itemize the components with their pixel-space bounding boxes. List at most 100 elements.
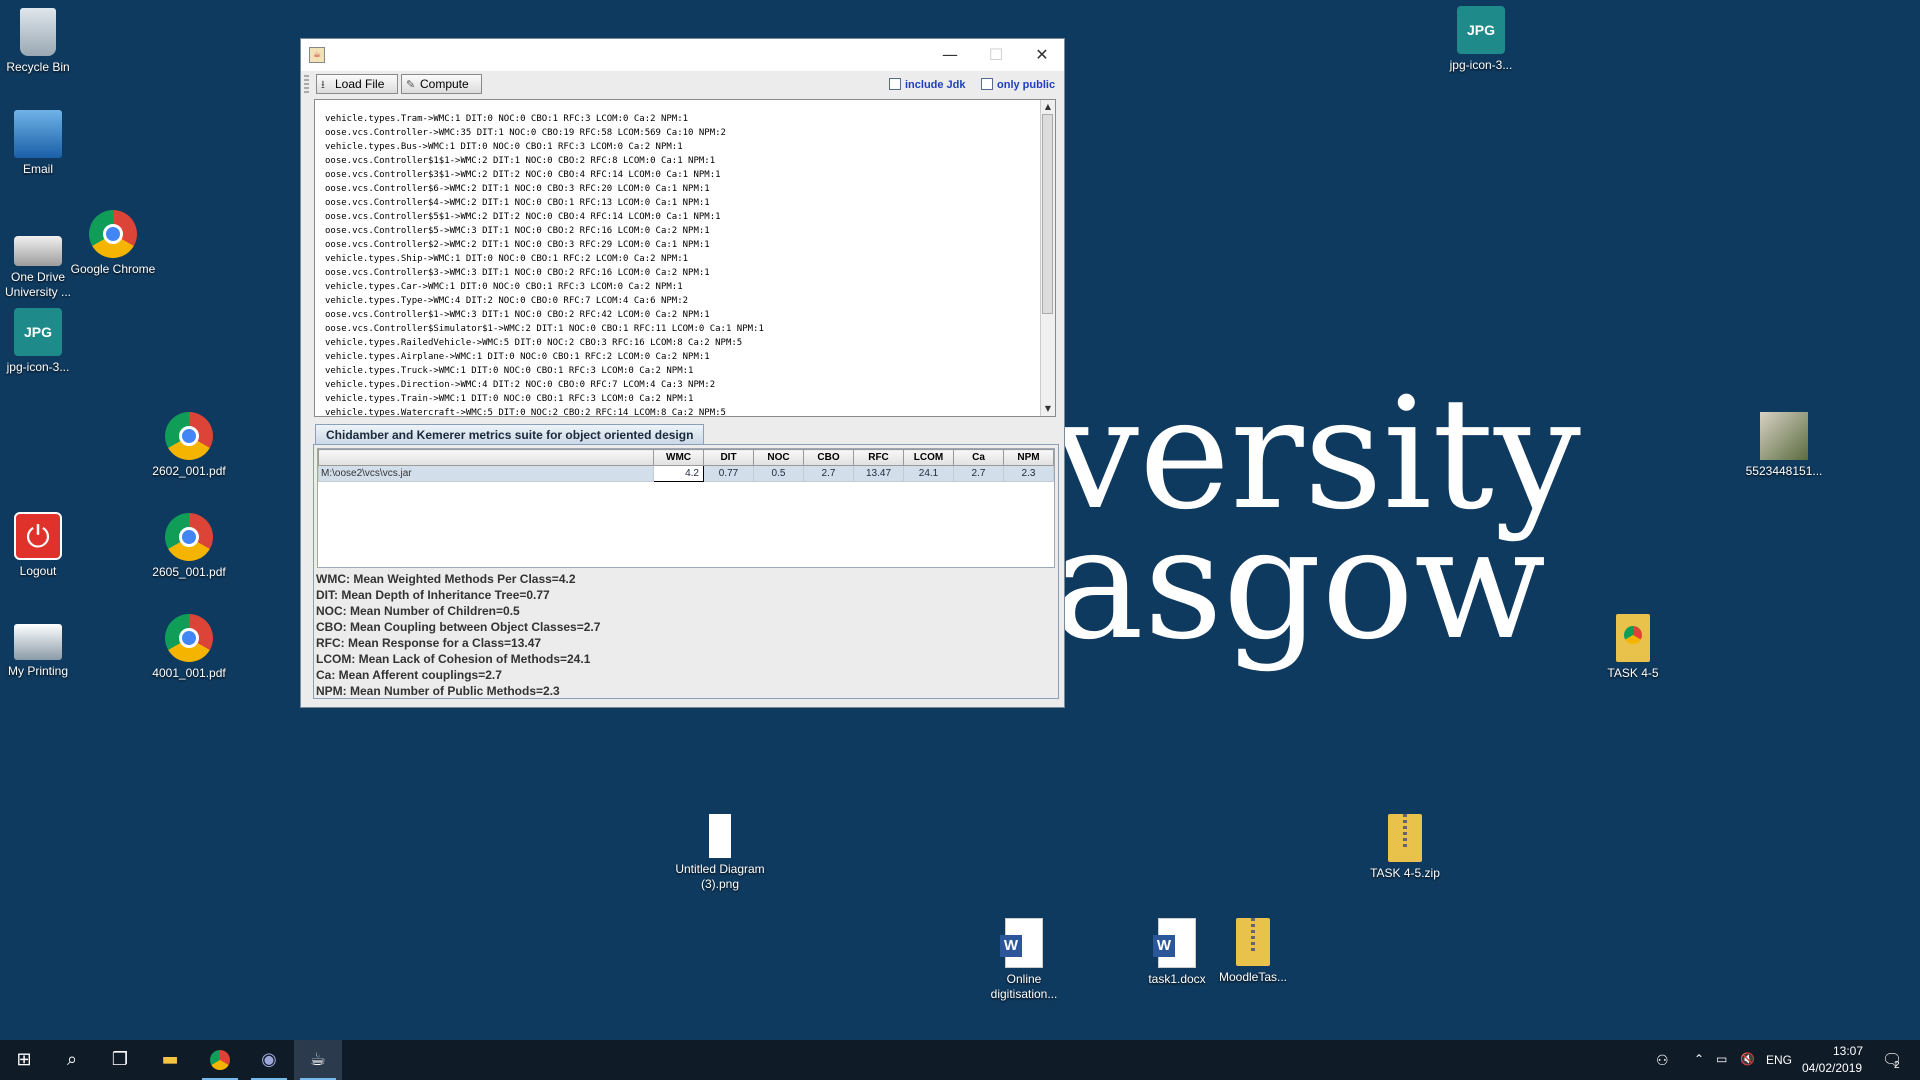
table-row[interactable]: M:\oose2\vcs\vcs.jar 4.2 0.77 0.5 2.7 13… (318, 465, 1054, 482)
output-line: oose.vcs.Controller$3->WMC:3 DIT:1 NOC:0… (325, 268, 710, 278)
table-cell-lcom[interactable]: 24.1 (903, 465, 954, 482)
show-hidden-icons-chevron-icon[interactable]: ⌃ (1694, 1052, 1704, 1066)
desktop-icon-recycle-bin[interactable]: Recycle Bin (0, 8, 86, 75)
table-cell-rfc[interactable]: 13.47 (853, 465, 904, 482)
output-line: vehicle.types.RailedVehicle->WMC:5 DIT:0… (325, 338, 743, 348)
word-doc-icon (1000, 918, 1043, 968)
column-header[interactable]: CBO (803, 449, 854, 466)
only-public-label: only public (997, 79, 1056, 91)
summary-line-dit: DIT: Mean Depth of Inheritance Tree=0.77 (316, 588, 550, 602)
load-file-label: Load File (335, 77, 385, 91)
java-app-taskbar-icon[interactable]: ☕ (294, 1040, 342, 1080)
only-public-checkbox[interactable]: only public (981, 78, 1055, 91)
compute-button[interactable]: ✎ Compute (401, 74, 482, 94)
minimize-button[interactable]: — (935, 43, 965, 67)
metrics-summary: WMC: Mean Weighted Methods Per Class=4.2… (316, 571, 600, 699)
chrome-pdf-icon (165, 412, 213, 460)
network-icon[interactable]: ▭ (1716, 1052, 1727, 1066)
tab-ck-metrics[interactable]: Chidamber and Kemerer metrics suite for … (315, 424, 705, 445)
column-header[interactable]: Ca (953, 449, 1004, 466)
scrollbar-thumb[interactable] (1042, 114, 1053, 314)
desktop-icon-label: Google Chrome (70, 262, 156, 276)
summary-line-lcom: LCOM: Mean Lack of Cohesion of Methods=2… (316, 652, 591, 666)
desktop-icon-label: My Printing (7, 664, 69, 678)
chrome-icon (89, 210, 137, 258)
desktop-icon-label: jpg-icon-3... (1449, 58, 1513, 72)
desktop-icon-label: TASK 4-5.zip (1370, 866, 1440, 880)
table-header-row: WMC DIT NOC CBO RFC LCOM Ca NPM (318, 449, 1054, 466)
summary-line-ca: Ca: Mean Afferent couplings=2.7 (316, 668, 502, 682)
tab-panel: WMC DIT NOC CBO RFC LCOM Ca NPM M:\oose2… (313, 444, 1059, 699)
eclipse-taskbar-icon[interactable]: ◉ (245, 1040, 293, 1080)
recycle-bin-icon (20, 8, 56, 56)
desktop-icon-label: 5523448151... (1745, 464, 1823, 478)
start-windows-icon[interactable]: ⊞ (0, 1040, 48, 1080)
column-header[interactable]: WMC (653, 449, 704, 466)
output-line: oose.vcs.Controller$4->WMC:2 DIT:1 NOC:0… (325, 198, 710, 208)
close-button[interactable]: ✕ (1027, 43, 1057, 67)
jpg-file-icon: JPG (1457, 6, 1505, 54)
output-line: vehicle.types.Tram->WMC:1 DIT:0 NOC:0 CB… (325, 114, 689, 124)
output-lines: vehicle.types.Tram->WMC:1 DIT:0 NOC:0 CB… (325, 112, 764, 417)
table-cell-dit[interactable]: 0.77 (703, 465, 754, 482)
download-icon: ⭳ (321, 79, 325, 91)
column-header[interactable]: LCOM (903, 449, 954, 466)
desktop-icon-label: Online digitisation... (990, 972, 1058, 1001)
desktop-icon-jpg-right[interactable]: JPG jpg-icon-3... (1433, 6, 1529, 73)
checkbox-box[interactable] (889, 78, 901, 90)
drive-icon (14, 236, 62, 266)
desktop-icon-label: Untitled Diagram (3).png (675, 862, 765, 891)
scroll-up-arrow-icon[interactable]: ▲ (1041, 100, 1055, 114)
column-header[interactable]: NPM (1003, 449, 1054, 466)
desktop-icon-logout[interactable]: ⏻ Logout (0, 512, 86, 579)
table-cell-path[interactable]: M:\oose2\vcs\vcs.jar (318, 465, 654, 482)
volume-muted-icon[interactable]: 🔇 (1740, 1052, 1755, 1066)
table-cell-cbo[interactable]: 2.7 (803, 465, 854, 482)
language-indicator[interactable]: ENG (1766, 1053, 1792, 1067)
table-cell-npm[interactable]: 2.3 (1003, 465, 1054, 482)
clock-time[interactable]: 13:07 (1818, 1044, 1878, 1058)
toolbar: ⭳ Load File ✎ Compute include Jdk only pub… (301, 71, 1064, 97)
summary-line-npm: NPM: Mean Number of Public Methods=2.3 (316, 684, 560, 698)
include-jdk-checkbox[interactable]: include Jdk (889, 78, 966, 91)
desktop-icon-task45-zip[interactable]: TASK 4-5.zip (1357, 814, 1453, 881)
column-header[interactable]: DIT (703, 449, 754, 466)
table-cell-noc[interactable]: 0.5 (753, 465, 804, 482)
desktop-icon-jpg-left[interactable]: JPG jpg-icon-3... (0, 308, 86, 375)
output-line: oose.vcs.Controller$1->WMC:3 DIT:1 NOC:0… (325, 310, 710, 320)
table-cell-wmc[interactable]: 4.2 (653, 465, 704, 482)
chrome-taskbar-icon[interactable] (196, 1040, 244, 1080)
window-titlebar[interactable]: ☕ — ☐ ✕ (301, 39, 1064, 71)
search-icon[interactable]: ⌕ (48, 1040, 96, 1080)
desktop-icon-task45[interactable]: TASK 4-5 (1585, 614, 1681, 681)
table-cell-ca[interactable]: 2.7 (953, 465, 1004, 482)
desktop-icon-pdf-2605[interactable]: 2605_001.pdf (141, 513, 237, 580)
maximize-button[interactable]: ☐ (981, 43, 1011, 67)
output-text-area[interactable]: vehicle.types.Tram->WMC:1 DIT:0 NOC:0 CB… (314, 99, 1056, 417)
image-thumbnail-icon (1760, 412, 1808, 460)
desktop-icon-pdf-2602[interactable]: 2602_001.pdf (141, 412, 237, 479)
column-header[interactable]: NOC (753, 449, 804, 466)
desktop-icon-online-digitisation[interactable]: Online digitisation... (976, 918, 1072, 1002)
clock-date[interactable]: 04/02/2019 (1802, 1061, 1862, 1075)
file-explorer-icon[interactable]: ▬ (146, 1040, 194, 1080)
output-line: vehicle.types.Bus->WMC:1 DIT:0 NOC:0 CBO… (325, 142, 683, 152)
column-header[interactable]: RFC (853, 449, 904, 466)
desktop-icon-pdf-4001[interactable]: 4001_001.pdf (141, 614, 237, 681)
toolbar-grip-handle[interactable] (304, 75, 309, 93)
desktop-icon-email[interactable]: Email (0, 110, 86, 177)
task-view-icon[interactable]: ❐ (96, 1040, 144, 1080)
desktop-icon-untitled-diagram[interactable]: Untitled Diagram (3).png (672, 814, 768, 892)
vertical-scrollbar[interactable]: ▲ ▼ (1040, 100, 1055, 416)
load-file-button[interactable]: ⭳ Load File (316, 74, 398, 94)
desktop-icon-moodle[interactable]: MoodleTas... (1205, 918, 1301, 985)
chrome-pdf-icon (165, 614, 213, 662)
output-line: vehicle.types.Watercraft->WMC:5 DIT:0 NO… (325, 408, 726, 417)
desktop-icon-label: Logout (19, 564, 57, 578)
desktop-icon-photo[interactable]: 5523448151... (1736, 412, 1832, 479)
people-icon[interactable]: ⚇ (1656, 1052, 1669, 1069)
scroll-down-arrow-icon[interactable]: ▼ (1041, 402, 1055, 416)
checkbox-box[interactable] (981, 78, 993, 90)
desktop-icon-my-printing[interactable]: My Printing (0, 614, 86, 679)
desktop-icon-chrome[interactable]: Google Chrome (65, 210, 161, 277)
